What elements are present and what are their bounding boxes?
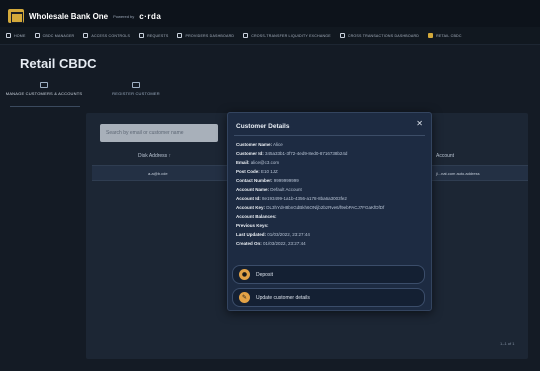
close-icon[interactable]: ✕ [416,119,423,128]
field-account-balances: Account Balances: [236,214,277,219]
update-customer-button[interactable]: ✎ Update customer details [232,288,425,307]
person-add-icon [132,82,140,88]
grid-icon [34,33,40,38]
main-nav: HOME CBDC MANAGER ACCESS CONTROLS REQUES… [0,27,540,45]
pencil-icon: ✎ [239,292,250,303]
nav-item-access-controls[interactable]: ACCESS CONTROLS [83,33,130,38]
field-email: Email: alice@c3.com [236,160,280,165]
field-customer-name: Customer Name: Alice [236,142,283,147]
field-customer-id: Customer Id: 345a33b1-3f72-4ed9-8ed0-871… [236,151,348,156]
nav-item-cross-transactions[interactable]: CROSS TRANSACTIONS DASHBOARD [339,33,420,38]
nav-item-label: PROVIDERS DASHBOARD [185,33,235,38]
table-cell: a-a@b.cde [148,171,168,176]
brand[interactable]: Wholesale Bank One Powered by c·rda [8,9,161,23]
nav-item-retail-cbdc[interactable]: RETAIL CBDC [428,33,462,38]
home-icon [6,33,11,38]
people-icon [40,82,48,88]
field-previous-keys: Previous Keys: [236,223,269,228]
page-tabs: MANAGE CUSTOMERS & ACCOUNTS REGISTER CUS… [5,82,172,96]
page-title: Retail CBDC [20,56,97,71]
bank-logo-icon [8,9,24,23]
nav-item-cbdc-manager[interactable]: CBDC MANAGER [34,33,75,38]
table-icon [339,33,345,38]
search-input[interactable]: Search by email or customer name [100,124,218,142]
deposit-label: Deposit [256,271,273,278]
clock-icon [177,33,183,38]
nav-item-label: CROSS-TRANSFER LIQUIDITY EXCHANGE [251,33,331,38]
field-post-code: Post Code: E10 1JZ [236,169,278,174]
customer-details-modal: Customer Details ✕ Customer Name: Alice … [227,112,432,311]
update-customer-label: Update customer details [256,294,310,301]
deposit-button[interactable]: ● Deposit [232,265,425,284]
arrows-icon [139,33,145,38]
field-contact-number: Contact Number: 9999999999 [236,178,299,183]
pagination-label: 1–1 of 1 [500,341,515,346]
nav-item-requests[interactable]: REQUESTS [139,33,168,38]
field-account-name: Account Name: Default Account [236,187,302,192]
nav-item-label: CROSS TRANSACTIONS DASHBOARD [347,33,420,38]
tab-register-customer[interactable]: REGISTER CUSTOMER [100,82,172,96]
deposit-icon: ● [239,269,250,280]
top-bar: Wholesale Bank One Powered by c·rda [0,0,540,27]
field-last-updated: Last Updated: 01/03/2022, 23:27:44 [236,232,310,237]
exchange-icon [243,33,249,38]
nav-item-liquidity-exchange[interactable]: CROSS-TRANSFER LIQUIDITY EXCHANGE [243,33,331,38]
nav-item-label: ACCESS CONTROLS [91,33,131,38]
field-created-on: Created On: 01/03/2022, 23:27:44 [236,241,306,246]
nav-item-label: HOME [14,33,26,38]
nav-item-home[interactable]: HOME [6,33,26,38]
platform-logo: c·rda [139,11,162,21]
field-account-key: Account Key: DL3hYdH8bnGdBkh6ONljb2bzRve… [236,205,385,210]
nav-item-label: REQUESTS [147,33,169,38]
modal-title: Customer Details [236,123,290,130]
wallet-icon [428,33,434,38]
brand-name: Wholesale Bank One [29,11,109,21]
tab-manage-customers[interactable]: MANAGE CUSTOMERS & ACCOUNTS [5,82,83,96]
field-account-id: Account Id: 8e193499-1a1b-4356-a178-8ba6… [236,196,347,201]
nav-item-label: CBDC MANAGER [42,33,75,38]
column-header-account[interactable]: Account [436,153,454,159]
powered-by-text: Powered by [113,13,135,19]
tab-label: REGISTER CUSTOMER [112,91,160,96]
nav-item-providers-dashboard[interactable]: PROVIDERS DASHBOARD [177,33,234,38]
table-cell: jl...nat.com auto.address [436,171,480,176]
list-icon [83,33,89,38]
active-tab-indicator [10,106,80,107]
divider [234,135,425,136]
tab-label: MANAGE CUSTOMERS & ACCOUNTS [5,91,83,96]
column-header-disk-address[interactable]: Disk Address ↑ [138,153,171,159]
nav-item-label: RETAIL CBDC [436,33,462,38]
